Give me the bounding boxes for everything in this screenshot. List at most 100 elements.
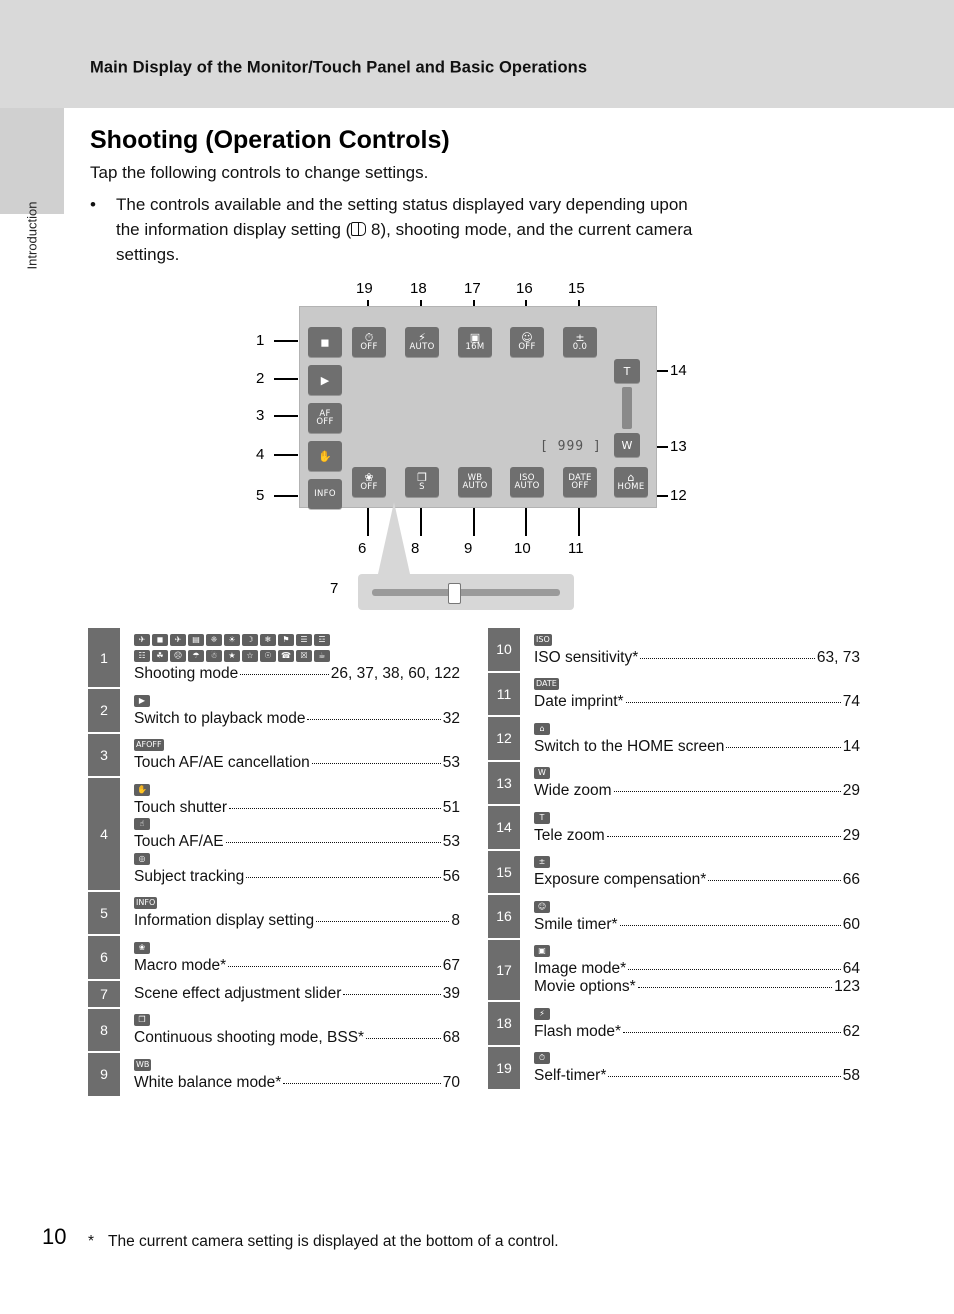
legend-row-number: 16 bbox=[488, 895, 520, 939]
legend-entry-label: Subject tracking bbox=[134, 867, 245, 885]
legend-icon: ☂ bbox=[188, 650, 204, 663]
legend-entry-label: Movie options* bbox=[534, 978, 636, 995]
leader-10 bbox=[525, 508, 527, 536]
zoom-slider[interactable] bbox=[622, 387, 632, 429]
callout-12: 12 bbox=[670, 487, 687, 504]
leader-11 bbox=[578, 508, 580, 536]
legend-entry-page: 29 bbox=[842, 782, 860, 799]
legend-icon: ☺ bbox=[534, 900, 550, 913]
legend-entry-page: 123 bbox=[834, 978, 860, 995]
legend-icon-group: WB bbox=[134, 1057, 460, 1073]
legend-icon: ☆ bbox=[242, 650, 258, 663]
exposure-status: 0.0 bbox=[572, 342, 588, 353]
scene-effect-slider[interactable] bbox=[358, 574, 574, 610]
manual-reference-icon bbox=[351, 222, 367, 237]
smile-timer-button[interactable]: ☺ OFF bbox=[510, 327, 544, 357]
legend-icon: T bbox=[534, 811, 550, 824]
playback-button[interactable]: ▶ bbox=[308, 365, 342, 395]
tele-zoom-icon: T bbox=[623, 364, 631, 378]
legend-icon-group: ☷ ☘ ☹ ☂ ☃ ★ ☆ ☉ ☎ ☒ ☕ bbox=[134, 649, 460, 665]
legend-icon: INFO bbox=[134, 897, 158, 910]
legend-entry-dots bbox=[726, 746, 841, 748]
leader-6 bbox=[367, 508, 369, 536]
legend-entry-dots bbox=[307, 718, 441, 720]
continuous-shooting-button[interactable]: ❐ S bbox=[405, 467, 439, 497]
legend-entry-dots bbox=[606, 835, 841, 837]
legend-row: 16 ☺ Smile timer* 60 bbox=[488, 895, 860, 940]
legend-entry-label: Image mode* bbox=[534, 960, 627, 977]
flash-mode-button[interactable]: ⚡ AUTO bbox=[405, 327, 439, 357]
home-button[interactable]: ⌂ HOME bbox=[614, 467, 648, 497]
legend-row: 18 ⚡ Flash mode* 62 bbox=[488, 1002, 860, 1047]
legend-icon-group: INFO bbox=[134, 896, 460, 912]
legend-icon-group: ☝ bbox=[134, 817, 460, 833]
legend-entry-label: Shooting mode bbox=[134, 665, 239, 682]
footnote-star: * bbox=[88, 1233, 95, 1250]
smile-status: OFF bbox=[518, 342, 536, 353]
bullet-item: • The controls available and the setting… bbox=[90, 192, 880, 267]
callout-19: 19 bbox=[356, 280, 373, 297]
legend-row-number: 6 bbox=[88, 936, 120, 980]
legend-icon: ❀ bbox=[134, 941, 150, 954]
legend-entry-label: Tele zoom bbox=[534, 826, 605, 844]
callout-1: 1 bbox=[256, 332, 265, 349]
legend-entry-dots bbox=[625, 702, 841, 703]
legend-icon-group: ⌂ bbox=[534, 721, 860, 737]
legend-icon: ⌂ bbox=[534, 722, 550, 735]
legend-icon-group: T bbox=[534, 810, 860, 826]
legend-entry-page: 70 bbox=[442, 1073, 460, 1091]
touch-shutter-button[interactable]: ✋ bbox=[308, 441, 342, 471]
legend-icon-group: ☺ bbox=[534, 899, 860, 915]
callout-9: 9 bbox=[464, 540, 473, 557]
callout-15: 15 bbox=[568, 280, 585, 297]
legend-row-number: 18 bbox=[488, 1002, 520, 1046]
image-mode-button[interactable]: ▣ 16M bbox=[458, 327, 492, 357]
legend-row-number: 17 bbox=[488, 939, 520, 1001]
legend-icon-group: ± bbox=[534, 855, 860, 871]
tele-zoom-button[interactable]: T bbox=[614, 359, 640, 383]
legend-entry-page: 53 bbox=[442, 833, 460, 850]
legend-row-body: ⌂ Switch to the HOME screen 14 bbox=[520, 717, 860, 761]
shooting-mode-button[interactable]: ◼ bbox=[308, 327, 342, 357]
callout-13: 13 bbox=[670, 438, 687, 455]
legend-entry: Switch to playback mode 32 bbox=[134, 710, 460, 728]
legend-entry-label: Date imprint* bbox=[534, 693, 624, 710]
info-display-button[interactable]: INFO bbox=[308, 479, 342, 509]
callout-11: 11 bbox=[568, 540, 584, 557]
macro-mode-button[interactable]: ❀ OFF bbox=[352, 467, 386, 497]
legend-entry: Self-timer* 58 bbox=[534, 1067, 860, 1085]
legend-entry: Date imprint* 74 bbox=[534, 693, 860, 711]
legend-icon: ☕ bbox=[314, 650, 330, 663]
legend-icon-group: DATE bbox=[534, 677, 860, 693]
legend-row-number: 7 bbox=[88, 980, 120, 1008]
touch-af-ae-cancel-button[interactable]: AF OFF bbox=[308, 403, 342, 433]
legend-entry-dots bbox=[228, 965, 441, 967]
legend-entry-page: 53 bbox=[442, 754, 460, 771]
iso-button[interactable]: ISO AUTO bbox=[510, 467, 544, 497]
legend-entry-page: 32 bbox=[442, 709, 460, 727]
legend-icon: ▣ bbox=[534, 945, 550, 958]
legend-row: 3 AFOFF Touch AF/AE cancellation 53 bbox=[88, 733, 460, 778]
legend-entry-page: 8 bbox=[451, 912, 460, 929]
legend-icon-group: ⚡ bbox=[534, 1006, 860, 1022]
legend-row-number: 12 bbox=[488, 717, 520, 761]
exposure-compensation-button[interactable]: ± 0.0 bbox=[563, 327, 597, 357]
leader-2 bbox=[274, 378, 298, 380]
slider-knob[interactable] bbox=[448, 583, 461, 604]
self-timer-button[interactable]: ⏱ OFF bbox=[352, 327, 386, 357]
legend-entry: Flash mode* 62 bbox=[534, 1023, 860, 1041]
legend-entry-dots bbox=[619, 924, 841, 926]
legend-entry: Information display setting 8 bbox=[134, 912, 460, 930]
legend-entry-dots bbox=[637, 987, 833, 988]
slider-track[interactable] bbox=[372, 589, 560, 596]
wide-zoom-button[interactable]: W bbox=[614, 433, 640, 457]
legend-row-body: ± Exposure compensation* 66 bbox=[520, 851, 860, 895]
legend-entry-page: 56 bbox=[442, 867, 460, 885]
legend-icon: ☽ bbox=[242, 633, 258, 646]
legend-entry-label: Information display setting bbox=[134, 912, 315, 929]
legend-icon: ★ bbox=[224, 650, 240, 663]
white-balance-button[interactable]: WB AUTO bbox=[458, 467, 492, 497]
legend-entry-label: Flash mode* bbox=[534, 1022, 622, 1040]
date-imprint-button[interactable]: DATE OFF bbox=[563, 467, 597, 497]
legend-icon: ☲ bbox=[314, 633, 330, 646]
